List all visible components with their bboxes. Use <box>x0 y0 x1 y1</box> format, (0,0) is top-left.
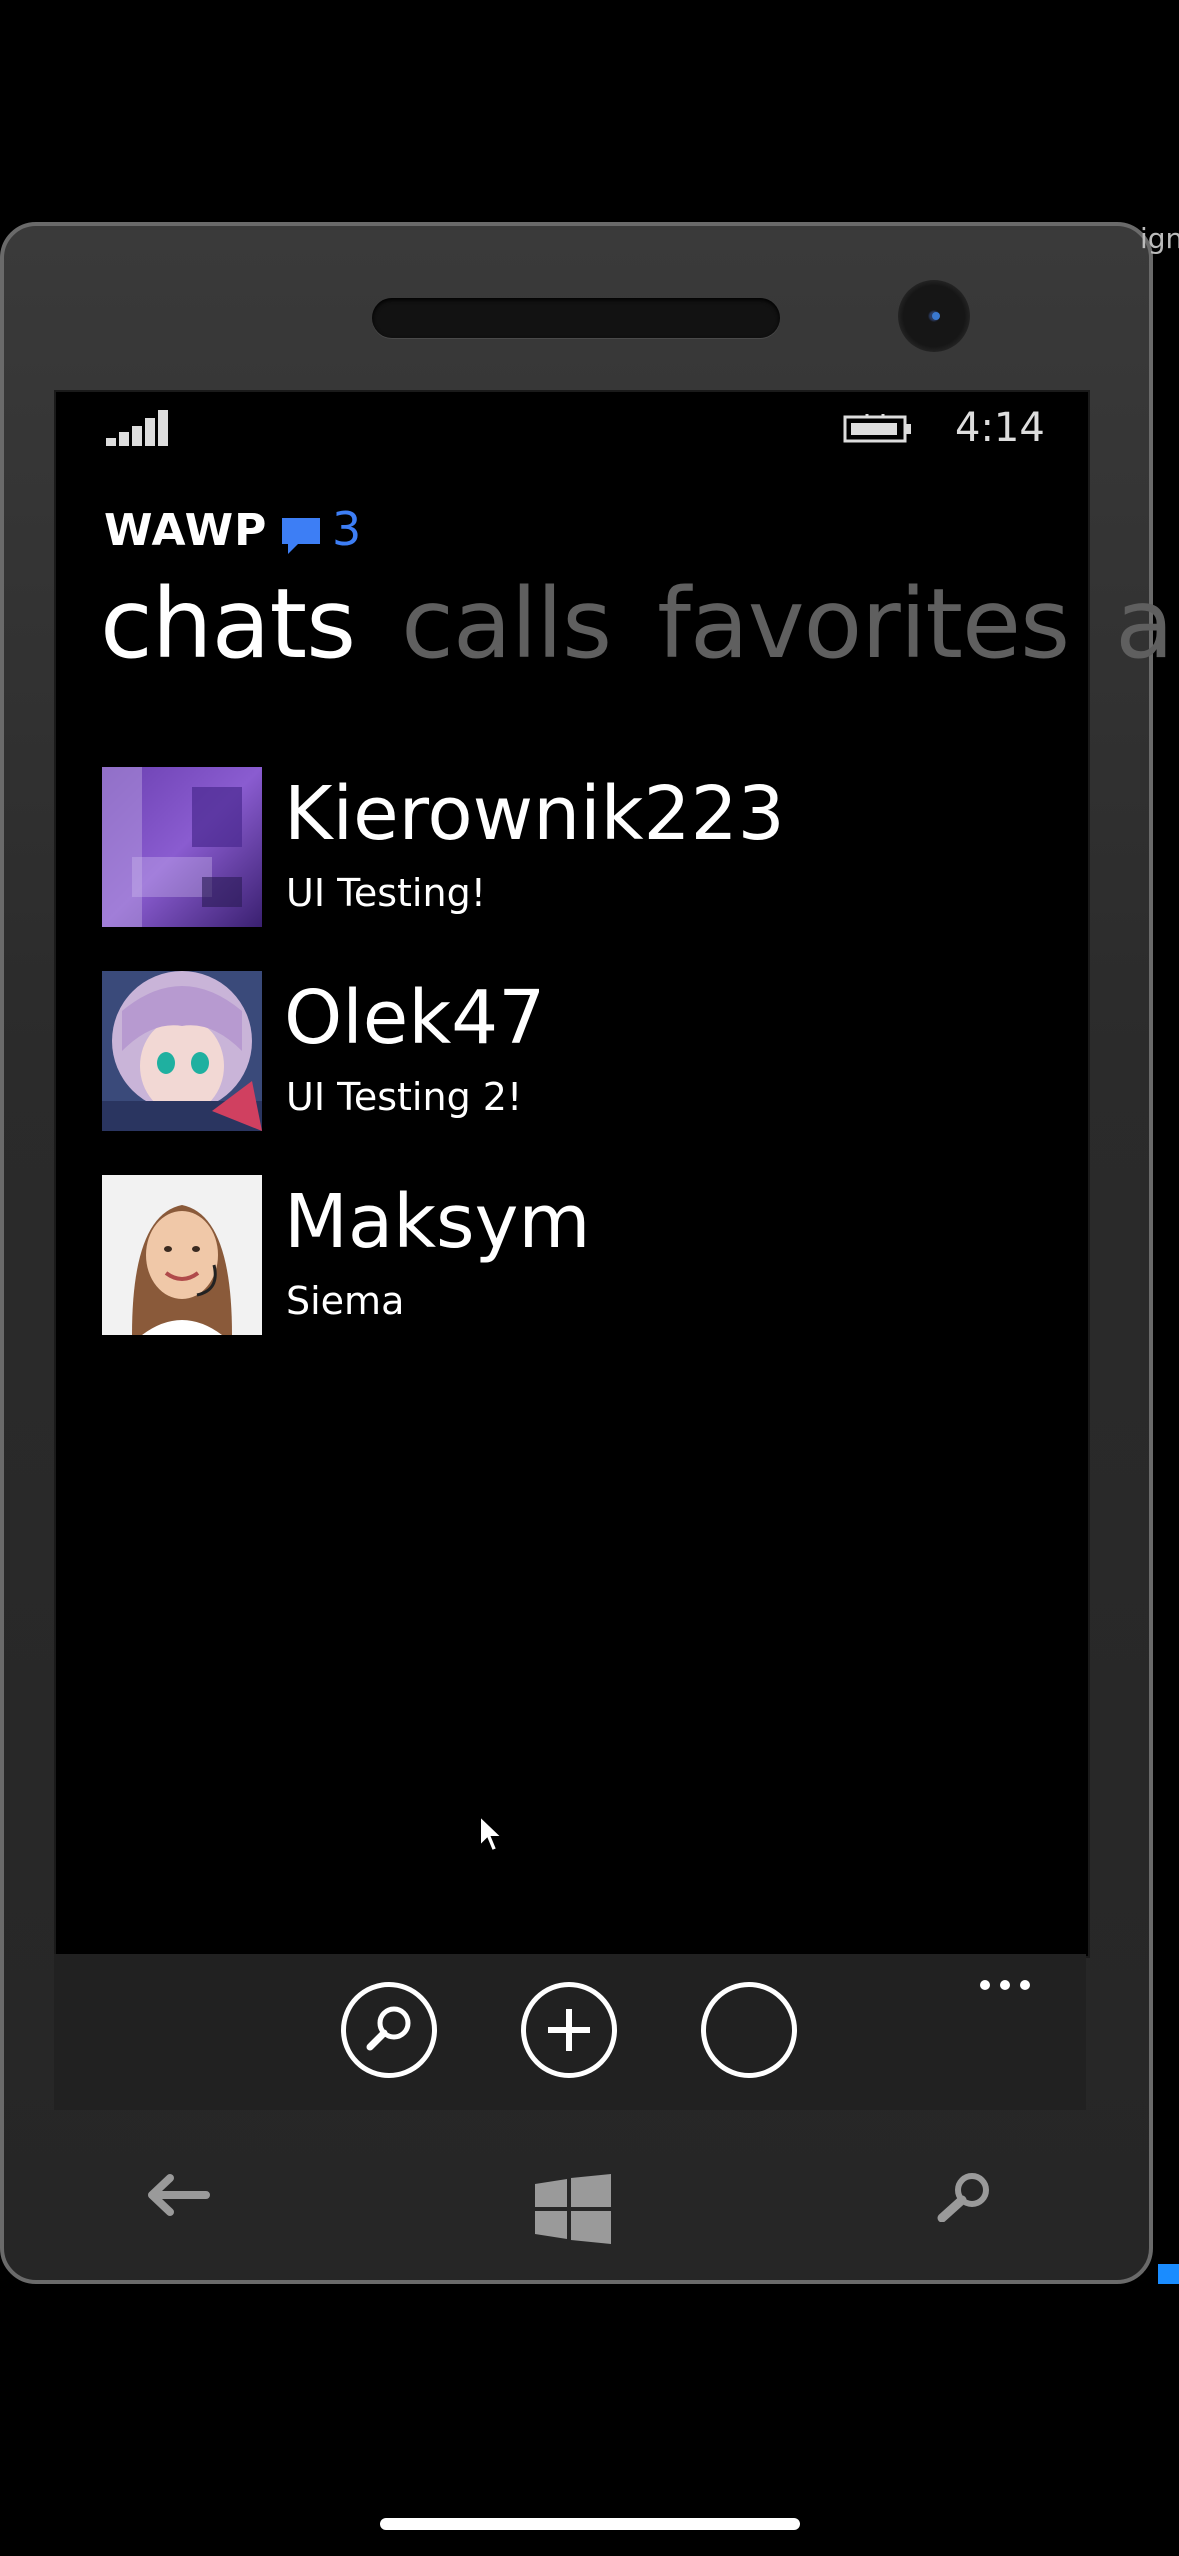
chat-last-message: UI Testing! <box>286 871 486 915</box>
battery-charging-icon <box>843 414 911 443</box>
chat-name: Kierownik223 <box>284 771 785 857</box>
chat-name: Maksym <box>284 1179 591 1265</box>
earpiece-speaker <box>372 298 780 338</box>
tab-next-partial[interactable]: a <box>1115 568 1174 680</box>
anime-girl-avatar <box>102 971 262 1131</box>
chat-last-message: UI Testing 2! <box>286 1075 523 1119</box>
purple-photo-avatar <box>102 767 262 927</box>
status-clock: 4:14 <box>955 405 1045 451</box>
add-icon <box>548 2009 590 2051</box>
windows-logo-icon[interactable] <box>535 2174 611 2244</box>
camera-lens <box>932 312 940 320</box>
chat-name: Olek47 <box>284 975 546 1061</box>
search-icon <box>366 2006 411 2051</box>
back-arrow-icon[interactable] <box>148 2170 210 2220</box>
mouse-cursor-icon <box>479 1814 505 1853</box>
signal-strength-icon <box>106 410 170 446</box>
unread-count-badge: 3 <box>332 502 362 556</box>
search-button[interactable] <box>341 1982 437 2078</box>
hardware-search-icon[interactable] <box>934 2170 994 2222</box>
chat-item-kierownik223[interactable]: Kierownik223 UI Testing! <box>102 767 1062 931</box>
desktop-edge-highlight <box>1158 2264 1179 2284</box>
tab-favorites[interactable]: favorites <box>657 568 1070 680</box>
chat-bubble-icon <box>282 518 320 554</box>
woman-headset-avatar <box>102 1175 262 1335</box>
tab-chats[interactable]: chats <box>100 568 356 680</box>
empty-action-button[interactable] <box>701 1982 797 2078</box>
desktop-edge-text: ign <box>1140 222 1179 255</box>
home-indicator[interactable] <box>380 2518 800 2530</box>
chat-item-olek47[interactable]: Olek47 UI Testing 2! <box>102 971 1062 1135</box>
tab-calls[interactable]: calls <box>401 568 612 680</box>
add-button[interactable] <box>521 1982 617 2078</box>
pivot-tabs: chats calls favorites a <box>100 568 1179 680</box>
chat-last-message: Siema <box>286 1279 405 1323</box>
ellipsis-icon[interactable] <box>975 1970 1035 2000</box>
app-title: WAWP <box>104 505 268 556</box>
chat-item-maksym[interactable]: Maksym Siema <box>102 1175 1062 1339</box>
